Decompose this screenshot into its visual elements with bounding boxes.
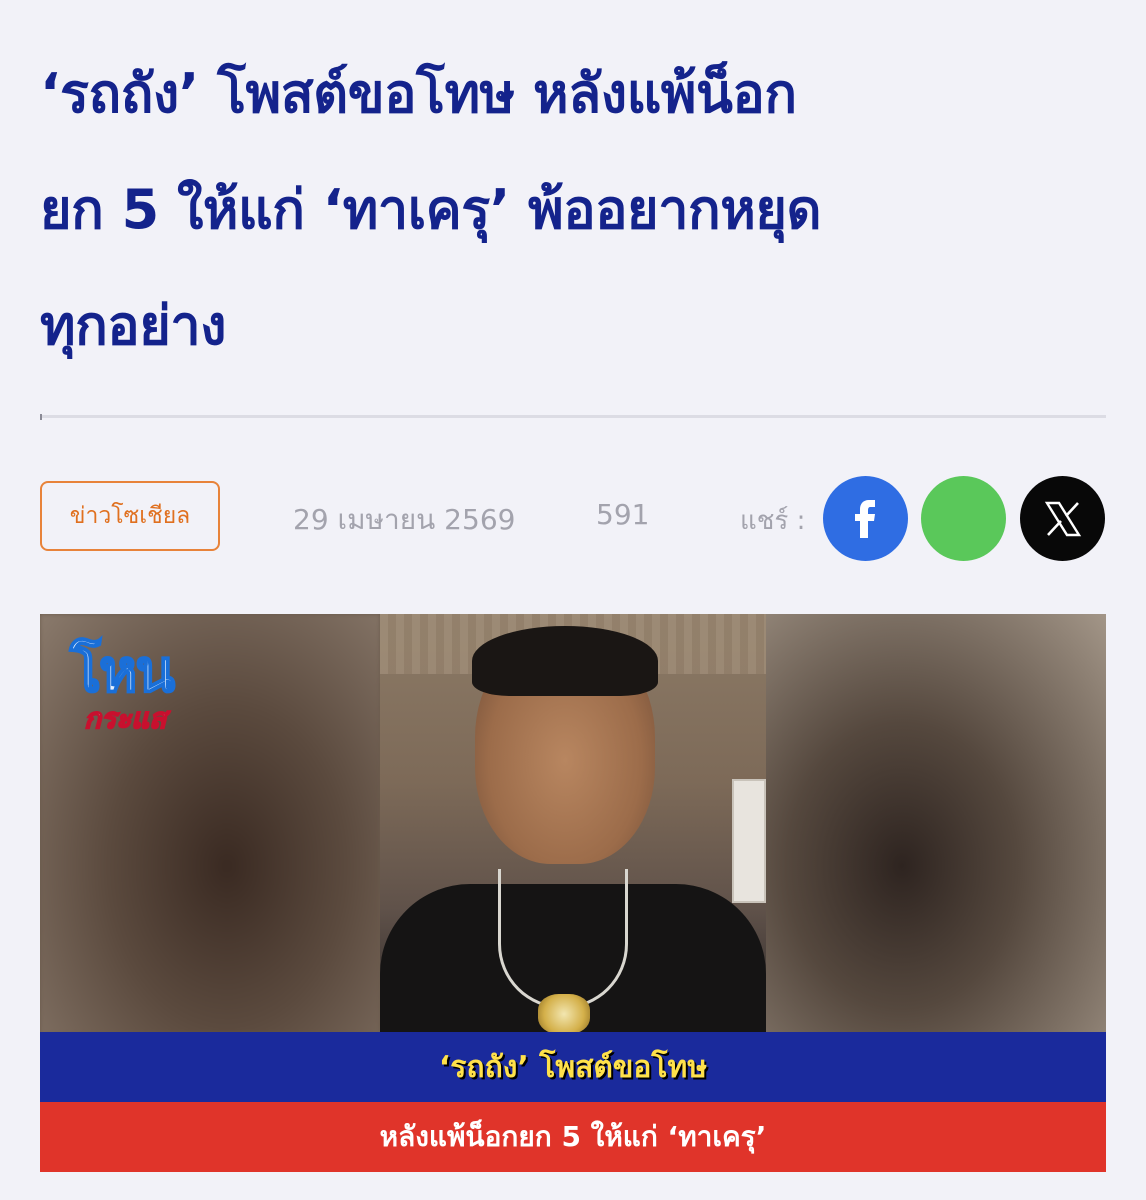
selfie-photo	[380, 614, 766, 1034]
share-label: แชร์ :	[740, 506, 806, 536]
article-title-line-2: ยก 5 ให้แก่ ‘ทาเครุ’ พ้ออยากหยุด	[40, 178, 822, 241]
necklace-chain	[498, 869, 628, 1009]
publish-date: 29 เมษายน 2569	[293, 503, 516, 536]
logo-text-top: โหน	[69, 637, 176, 705]
share-x-button[interactable]	[1020, 476, 1105, 561]
hair	[472, 626, 658, 696]
logo-text-bottom: กระแส	[83, 701, 167, 736]
share-line-button[interactable]	[921, 476, 1006, 561]
title-divider	[40, 415, 1106, 418]
hero-image[interactable]: โหน กระแส ‘รถถัง’ โพสต์ขอโทษ หลังแพ้น็อก…	[40, 614, 1106, 1172]
category-badge[interactable]: ข่าวโซเชียล	[40, 481, 220, 551]
x-icon	[1044, 501, 1081, 536]
view-count: 591	[596, 498, 650, 531]
share-facebook-button[interactable]	[823, 476, 908, 561]
caption-line-1: ‘รถถัง’ โพสต์ขอโทษ	[438, 1049, 708, 1085]
article-meta-row: ข่าวโซเชียล 29 เมษายน 2569 591 แชร์ :	[40, 476, 1106, 561]
blurred-background-right	[766, 614, 1106, 1034]
caption-bar-bottom: หลังแพ้น็อกยก 5 ให้แก่ ‘ทาเครุ’	[40, 1102, 1106, 1172]
facebook-icon	[854, 499, 875, 538]
article-title-line-1: ‘รถถัง’ โพสต์ขอโทษ หลังแพ้น็อก	[40, 62, 797, 125]
necklace-pendant	[538, 994, 590, 1034]
divider-marker	[40, 414, 42, 420]
article-title: ‘รถถัง’ โพสต์ขอโทษ หลังแพ้น็อก ยก 5 ให้แ…	[40, 36, 1106, 384]
caption-bar-top: ‘รถถัง’ โพสต์ขอโทษ	[40, 1032, 1106, 1102]
caption-line-2: หลังแพ้น็อกยก 5 ให้แก่ ‘ทาเครุ’	[379, 1120, 767, 1153]
article-title-line-3: ทุกอย่าง	[40, 294, 227, 357]
program-logo: โหน กระแส	[69, 637, 230, 740]
wall-frame	[732, 779, 766, 903]
